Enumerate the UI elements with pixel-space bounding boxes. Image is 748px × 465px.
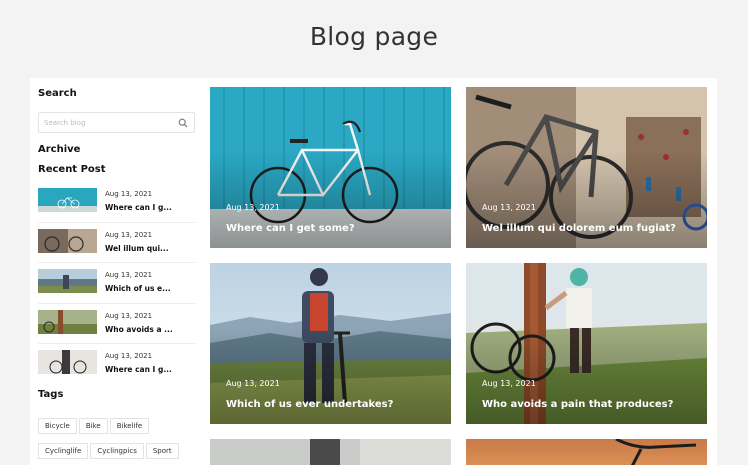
recent-post-date: Aug 13, 2021 [105, 230, 153, 239]
blog-post-date: Aug 13, 2021 [482, 203, 536, 212]
tag-bike[interactable]: Bike [78, 418, 108, 434]
blog-post-image [210, 439, 451, 465]
recent-post-thumbnail[interactable] [38, 228, 97, 253]
recent-post-date: Aug 13, 2021 [105, 271, 153, 279]
archive-heading[interactable]: Archive [38, 144, 80, 155]
page-title: Blog page [309, 22, 439, 51]
blog-post-card[interactable] [466, 439, 707, 465]
blog-post-date: Aug 13, 2021 [226, 379, 280, 388]
recent-post-item[interactable]: Aug 13, 2021 Who avoids a ... [38, 304, 196, 344]
recent-post-heading: Recent Post [38, 164, 106, 175]
tag-sport[interactable]: Sport [145, 443, 179, 459]
tag-bicycle[interactable]: Bicycle [38, 418, 77, 434]
recent-post-thumbnail[interactable] [38, 309, 97, 334]
blog-post-card[interactable]: Aug 13, 2021 Where can I get some? [210, 87, 451, 248]
recent-post-date: Aug 13, 2021 [105, 352, 153, 360]
search-heading: Search [38, 88, 77, 99]
tags-heading: Tags [38, 389, 64, 400]
blog-post-card[interactable]: Aug 13, 2021 Wel illum qui dolorem eum f… [466, 87, 707, 248]
tag-cloud: Bicycle Bike Bikelife Cyclinglife Cyclingpic… [38, 413, 198, 463]
blog-container: Search Archive Recent Post Aug 13, 2021 … [30, 78, 717, 465]
search-input[interactable] [44, 117, 169, 129]
blog-post-title[interactable]: Who avoids a pain that produces? [482, 399, 673, 410]
recent-post-title[interactable]: Which of us e... [105, 284, 171, 293]
recent-post-title[interactable]: Who avoids a ... [105, 325, 173, 334]
recent-post-item[interactable]: Aug 13, 2021 Where can I g... [38, 182, 196, 223]
blog-post-date: Aug 13, 2021 [482, 379, 536, 388]
recent-post-title[interactable]: Where can I g... [105, 365, 172, 374]
recent-post-list: Aug 13, 2021 Where can I g... Aug 13, 20… [38, 182, 196, 385]
search-box [38, 112, 195, 133]
recent-post-thumbnail[interactable] [38, 188, 97, 212]
tag-cyclinglife[interactable]: Cyclinglife [38, 443, 89, 459]
tag-bikelife[interactable]: Bikelife [109, 418, 150, 434]
recent-post-date: Aug 13, 2021 [105, 190, 153, 198]
recent-post-thumbnail[interactable] [38, 269, 97, 293]
recent-post-item[interactable]: Aug 13, 2021 Which of us e... [38, 263, 196, 304]
recent-post-item[interactable]: Aug 13, 2021 Where can I g... [38, 344, 196, 385]
blog-post-title[interactable]: Which of us ever undertakes? [226, 399, 393, 410]
recent-post-title[interactable]: Wel illum qui... [105, 244, 169, 253]
blog-post-card[interactable]: Aug 13, 2021 Who avoids a pain that prod… [466, 263, 707, 424]
tag-cyclingpics[interactable]: Cyclingpics [90, 443, 144, 459]
recent-post-thumbnail[interactable] [38, 350, 97, 374]
blog-post-card[interactable]: Aug 13, 2021 Which of us ever undertakes… [210, 263, 451, 424]
recent-post-item[interactable]: Aug 13, 2021 Wel illum qui... [38, 223, 196, 263]
blog-post-date: Aug 13, 2021 [226, 203, 280, 212]
blog-post-title[interactable]: Wel illum qui dolorem eum fugiat? [482, 223, 676, 234]
recent-post-title[interactable]: Where can I g... [105, 203, 172, 212]
search-icon[interactable] [178, 118, 188, 128]
blog-post-title[interactable]: Where can I get some? [226, 223, 355, 234]
blog-post-card[interactable] [210, 439, 451, 465]
recent-post-date: Aug 13, 2021 [105, 311, 153, 320]
blog-post-image [466, 439, 707, 465]
